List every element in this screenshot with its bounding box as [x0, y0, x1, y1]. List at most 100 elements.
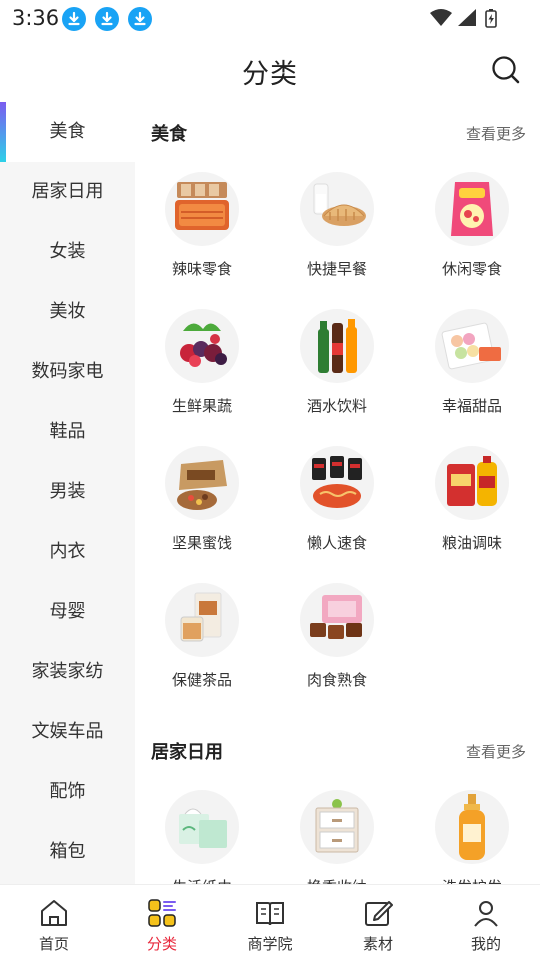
nav-label: 分类: [146, 935, 177, 953]
section-header: 居家日用 查看更多: [151, 738, 526, 768]
chips-bag-image: [435, 172, 509, 246]
category-item-label: 休闲零食: [441, 260, 502, 278]
sidebar-item-label: 家装家纺: [31, 661, 104, 682]
view-more-link[interactable]: 查看更多: [466, 123, 526, 144]
sidebar-item-label: 美食: [49, 121, 86, 142]
category-item[interactable]: 坚果蜜饯: [152, 446, 252, 576]
sidebar-item-label: 箱包: [49, 841, 86, 862]
category-item[interactable]: 生活纸巾: [152, 790, 252, 884]
storage-drawer-image: [300, 790, 374, 864]
shampoo-image: [435, 790, 509, 864]
page-title: 分类: [242, 59, 298, 90]
nav-profile[interactable]: 我的: [432, 885, 540, 960]
category-item-label: 坚果蜜饯: [171, 534, 232, 552]
tissue-image: [165, 790, 239, 864]
category-item-label: 换季收纳: [287, 876, 387, 884]
category-item[interactable]: 辣味零食: [152, 172, 252, 302]
nav-home[interactable]: 首页: [0, 885, 108, 960]
status-time: 3:36: [12, 6, 60, 30]
nav-materials[interactable]: 素材: [324, 885, 432, 960]
bottom-nav: 首页 分类 商学院 素材 我的: [0, 884, 540, 960]
category-item-label: 保健茶品: [171, 671, 232, 689]
category-content: 美食 查看更多 辣味零食 快捷早餐 休闲零食 生鲜果蔬 酒水饮料 幸福甜品 坚果…: [135, 102, 540, 884]
category-item[interactable]: 肉食熟食: [287, 583, 387, 713]
category-item[interactable]: 生鲜果蔬: [152, 309, 252, 439]
sidebar-item-label: 文娱车品: [31, 721, 104, 742]
sidebar-item-label: 美妆: [49, 301, 86, 322]
sidebar-item-electronics[interactable]: 数码家电: [0, 342, 135, 402]
profile-icon: [474, 901, 498, 927]
home-icon: [41, 900, 67, 926]
fruit-image: [165, 309, 239, 383]
section-header: 美食 查看更多: [151, 120, 526, 150]
category-item[interactable]: 休闲零食: [422, 172, 522, 302]
category-item[interactable]: 换季收纳: [287, 790, 387, 884]
category-item[interactable]: 粮油调味: [422, 446, 522, 576]
sidebar-item-accessories[interactable]: 配饰: [0, 762, 135, 822]
sidebar-item-label: 女装: [49, 241, 86, 262]
sidebar-item-label: 男装: [49, 481, 86, 502]
category-item-label: 肉食熟食: [306, 671, 367, 689]
category-item-label: 洗发护发: [422, 876, 522, 884]
system-status-icons: [430, 9, 497, 28]
category-item-label: 酒水饮料: [306, 397, 367, 415]
category-item-label: 生活纸巾: [152, 876, 252, 884]
bread-milk-image: [300, 172, 374, 246]
category-item[interactable]: 酒水饮料: [287, 309, 387, 439]
sidebar-item-shoes[interactable]: 鞋品: [0, 402, 135, 462]
sidebar-item-baby[interactable]: 母婴: [0, 582, 135, 642]
section-title: 美食: [151, 124, 187, 145]
spicy-snack-image: [165, 172, 239, 246]
category-item-label: 懒人速食: [306, 534, 367, 552]
drinks-image: [300, 309, 374, 383]
sidebar-item-label: 鞋品: [49, 421, 86, 442]
category-item-label: 粮油调味: [441, 534, 502, 552]
sidebar-item-mens-clothing[interactable]: 男装: [0, 462, 135, 522]
view-more-link[interactable]: 查看更多: [466, 741, 526, 762]
category-item-label: 生鲜果蔬: [171, 397, 232, 415]
section-title: 居家日用: [151, 742, 223, 763]
instant-noodle-image: [300, 446, 374, 520]
category-item-label: 快捷早餐: [306, 260, 367, 278]
book-icon: [256, 902, 284, 926]
nav-academy[interactable]: 商学院: [216, 885, 324, 960]
tea-image: [165, 583, 239, 657]
sidebar-item-label: 母婴: [49, 601, 86, 622]
sidebar-item-household[interactable]: 居家日用: [0, 162, 135, 222]
category-item[interactable]: 懒人速食: [287, 446, 387, 576]
download-icon: [128, 7, 152, 31]
category-icon: [148, 899, 176, 927]
screen: 3:36 分类 美食 居家日用 女装 美妆 数码家电 鞋品 男装 内衣 母婴 家…: [0, 0, 540, 960]
battery-charging-icon: [485, 9, 497, 28]
category-item[interactable]: 幸福甜品: [422, 309, 522, 439]
category-item[interactable]: 保健茶品: [152, 583, 252, 713]
app-header: 分类: [0, 36, 540, 102]
download-icon: [62, 7, 86, 31]
braised-meat-image: [300, 583, 374, 657]
sidebar-item-entertainment-car[interactable]: 文娱车品: [0, 702, 135, 762]
sidebar-item-label: 配饰: [49, 781, 86, 802]
search-icon[interactable]: [490, 54, 522, 86]
sidebar-item-bags[interactable]: 箱包: [0, 822, 135, 882]
sidebar-item-label: 居家日用: [31, 181, 104, 202]
sidebar-item-womens-clothing[interactable]: 女装: [0, 222, 135, 282]
signal-icon: [458, 9, 476, 26]
sidebar-item-food[interactable]: 美食: [0, 102, 135, 162]
nuts-box-image: [165, 446, 239, 520]
sidebar-item-beauty[interactable]: 美妆: [0, 282, 135, 342]
status-bar: 3:36: [0, 0, 540, 36]
nav-label: 素材: [362, 935, 393, 953]
sidebar-item-label: 内衣: [49, 541, 86, 562]
rice-oil-image: [435, 446, 509, 520]
category-item[interactable]: 洗发护发: [422, 790, 522, 884]
macaron-image: [435, 309, 509, 383]
sidebar-item-underwear[interactable]: 内衣: [0, 522, 135, 582]
category-sidebar: 美食 居家日用 女装 美妆 数码家电 鞋品 男装 内衣 母婴 家装家纺 文娱车品…: [0, 102, 135, 884]
category-item[interactable]: 快捷早餐: [287, 172, 387, 302]
sidebar-item-home-textile[interactable]: 家装家纺: [0, 642, 135, 702]
category-item-label: 辣味零食: [171, 260, 232, 278]
active-indicator: [0, 102, 6, 162]
nav-category[interactable]: 分类: [108, 885, 216, 960]
nav-label: 首页: [38, 935, 69, 953]
sidebar-item-label: 数码家电: [31, 361, 104, 382]
